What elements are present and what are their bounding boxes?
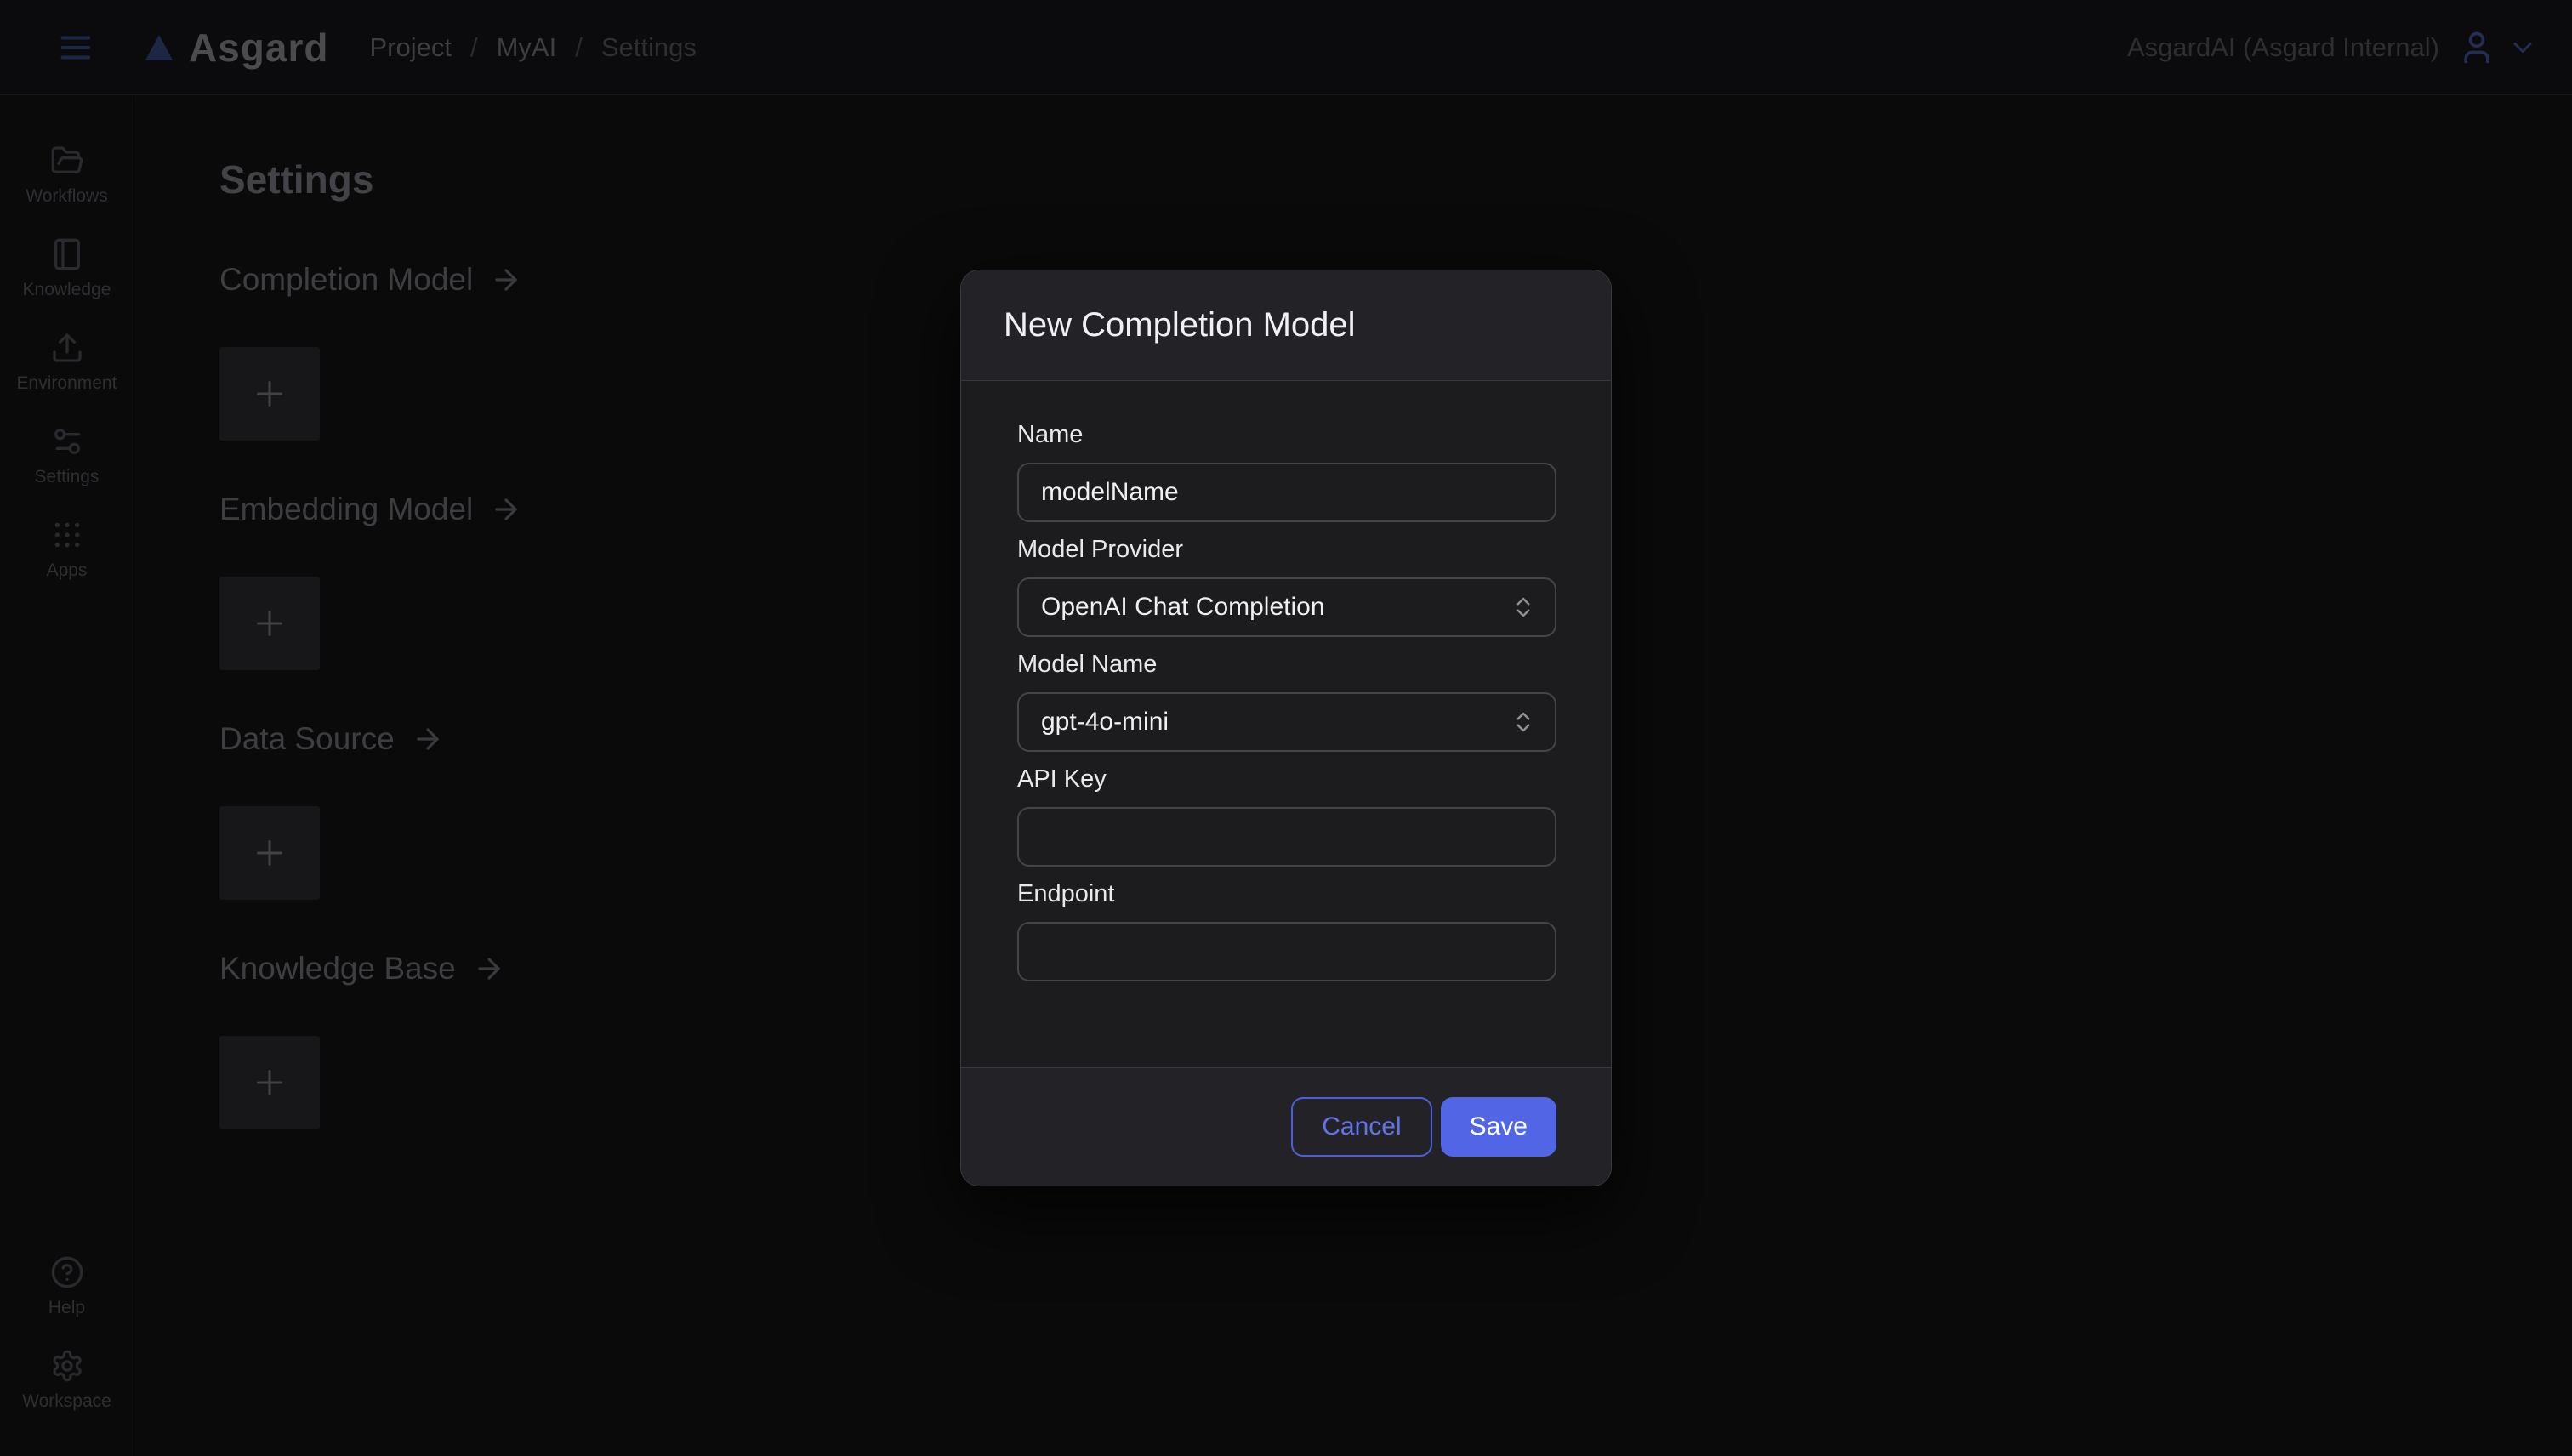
sidebar-item-knowledge[interactable]: Knowledge — [0, 237, 134, 300]
section-label: Embedding Model — [219, 492, 473, 527]
sidebar-nav-group: Workflows Knowledge Environment Settings… — [0, 144, 134, 581]
dialog-footer: Cancel Save — [961, 1067, 1611, 1186]
chevrons-up-down-icon — [1511, 594, 1536, 620]
dialog-header: New Completion Model — [961, 270, 1611, 381]
gear-icon — [50, 1349, 84, 1383]
model-name-selected-value: gpt-4o-mini — [1041, 708, 1169, 737]
endpoint-input[interactable] — [1017, 922, 1556, 981]
section-link-knowledge-base[interactable]: Knowledge Base — [219, 951, 505, 987]
sidebar-item-label: Apps — [47, 560, 88, 581]
plus-icon — [250, 374, 289, 413]
sidebar: Workflows Knowledge Environment Settings… — [0, 96, 134, 1456]
plus-icon — [250, 604, 289, 643]
arrow-right-icon — [412, 723, 444, 755]
section-label: Data Source — [219, 721, 395, 757]
sidebar-item-help[interactable]: Help — [0, 1255, 134, 1318]
model-provider-select[interactable]: OpenAI Chat Completion — [1017, 577, 1556, 637]
api-key-field-label: API Key — [1017, 765, 1556, 793]
name-input[interactable] — [1017, 463, 1556, 522]
endpoint-field-label: Endpoint — [1017, 879, 1556, 908]
arrow-right-icon — [490, 264, 522, 296]
account-label: AsgardAI (Asgard Internal) — [2127, 32, 2439, 63]
chevrons-up-down-icon — [1511, 709, 1536, 735]
name-field-label: Name — [1017, 420, 1556, 449]
model-name-select[interactable]: gpt-4o-mini — [1017, 692, 1556, 752]
dialog-title: New Completion Model — [1004, 306, 1356, 344]
brand-name: Asgard — [189, 25, 328, 71]
sidebar-item-label: Settings — [35, 467, 100, 487]
sidebar-item-label: Help — [48, 1298, 85, 1318]
section-label: Knowledge Base — [219, 951, 456, 987]
user-icon — [2458, 29, 2495, 66]
model-provider-field-label: Model Provider — [1017, 535, 1556, 564]
book-icon — [50, 237, 84, 271]
model-name-field-label: Model Name — [1017, 650, 1556, 679]
add-knowledge-base-button[interactable] — [219, 1036, 320, 1129]
model-provider-selected-value: OpenAI Chat Completion — [1041, 593, 1325, 622]
hamburger-menu-icon — [56, 28, 95, 67]
help-circle-icon — [50, 1255, 84, 1289]
breadcrumb-item-myai[interactable]: MyAI — [497, 32, 557, 63]
account-menu[interactable]: AsgardAI (Asgard Internal) — [2127, 29, 2538, 66]
sidebar-item-label: Environment — [17, 373, 117, 394]
new-completion-model-dialog: New Completion Model Name Model Provider… — [960, 270, 1612, 1186]
sidebar-item-label: Workflows — [26, 186, 107, 207]
folder-open-icon — [50, 144, 84, 178]
plus-icon — [250, 1063, 289, 1102]
grid-dots-icon — [50, 518, 84, 552]
sliders-icon — [50, 424, 84, 458]
sidebar-item-environment[interactable]: Environment — [0, 331, 134, 394]
add-embedding-model-button[interactable] — [219, 577, 320, 670]
chevron-down-icon — [2514, 32, 2538, 63]
top-navbar: Asgard Project / MyAI / Settings AsgardA… — [0, 0, 2572, 95]
page-title: Settings — [219, 157, 2572, 202]
brand-logo[interactable]: Asgard — [141, 25, 328, 71]
hamburger-menu-button[interactable] — [56, 28, 95, 67]
upload-icon — [50, 331, 84, 365]
arrow-right-icon — [490, 493, 522, 526]
sidebar-item-workspace[interactable]: Workspace — [0, 1349, 134, 1412]
add-data-source-button[interactable] — [219, 806, 320, 900]
breadcrumb: Project / MyAI / Settings — [369, 32, 696, 63]
api-key-input[interactable] — [1017, 807, 1556, 867]
sidebar-item-label: Workspace — [22, 1391, 111, 1412]
sidebar-item-label: Knowledge — [23, 280, 111, 300]
sidebar-item-settings[interactable]: Settings — [0, 424, 134, 487]
sidebar-item-apps[interactable]: Apps — [0, 518, 134, 581]
arrow-right-icon — [473, 953, 505, 985]
section-label: Completion Model — [219, 262, 473, 298]
section-link-data-source[interactable]: Data Source — [219, 721, 444, 757]
breadcrumb-item-project[interactable]: Project — [369, 32, 451, 63]
section-link-embedding-model[interactable]: Embedding Model — [219, 492, 522, 527]
sidebar-bottom-group: Help Workspace — [0, 1255, 134, 1412]
plus-icon — [250, 833, 289, 873]
cancel-button[interactable]: Cancel — [1291, 1097, 1431, 1157]
triangle-logo-icon — [141, 31, 177, 64]
sidebar-item-workflows[interactable]: Workflows — [0, 144, 134, 207]
dialog-body: Name Model Provider OpenAI Chat Completi… — [961, 381, 1611, 1067]
breadcrumb-item-settings[interactable]: Settings — [601, 32, 697, 63]
section-link-completion-model[interactable]: Completion Model — [219, 262, 522, 298]
breadcrumb-separator: / — [575, 32, 583, 63]
save-button[interactable]: Save — [1441, 1097, 1556, 1157]
breadcrumb-separator: / — [470, 32, 478, 63]
add-completion-model-button[interactable] — [219, 347, 320, 441]
